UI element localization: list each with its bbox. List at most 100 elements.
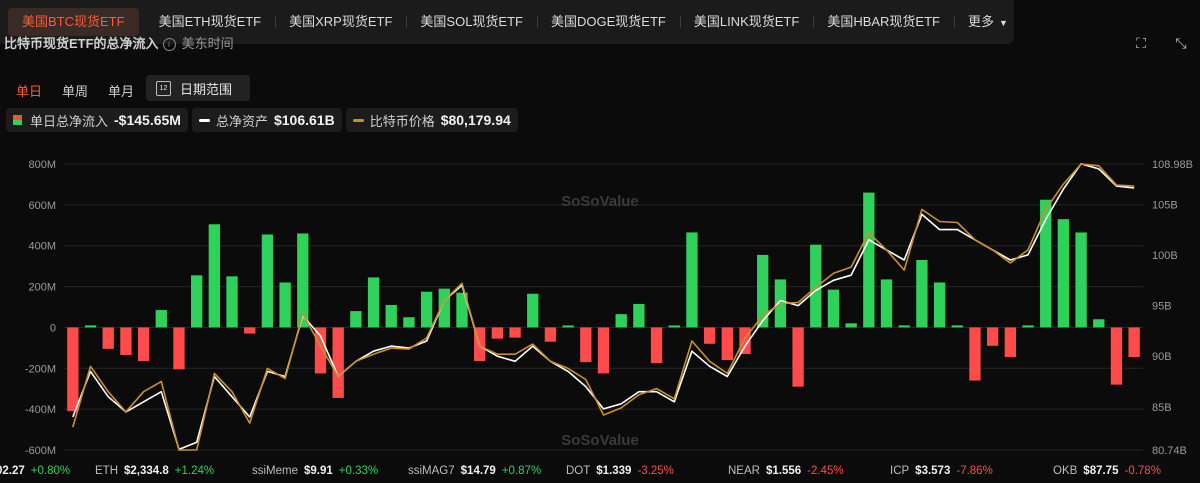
flow-bar [226, 276, 238, 328]
ticker-change: +0.87% [501, 464, 542, 477]
flow-bar [1128, 327, 1140, 358]
flow-bar [580, 327, 592, 363]
legend-daily-flow-value: -$145.65M [114, 112, 181, 128]
period-monthly[interactable]: 单月 [100, 78, 142, 103]
ticker-price: $1.339 [596, 464, 632, 477]
flow-bar [986, 327, 999, 346]
watermark-logo: SoSoValue [561, 432, 639, 449]
flow-bar [261, 234, 274, 328]
price-ticker: 02.27 +0.80% ETH $2,334.8 +1.24% ssiMeme $9.91… [0, 458, 1200, 483]
right-tick-label: 90B [1152, 351, 1172, 363]
ticker-item[interactable]: ssiMAG7 $14.79 +0.87% [408, 465, 541, 477]
flow-bar [933, 282, 946, 328]
tab-sol-etf[interactable]: 美国SOL现货ETF [406, 8, 538, 36]
flow-bar [1022, 325, 1034, 328]
flow-bar [951, 325, 963, 328]
legend-daily-flow-label: 单日总净流入 [30, 113, 109, 129]
chevron-down-icon: ▼ [999, 18, 1008, 28]
ticker-symbol: ssiMAG7 [408, 464, 455, 477]
flow-bar [527, 293, 539, 328]
flow-bar [403, 317, 415, 328]
flow-bar [792, 327, 804, 387]
flow-bar [191, 275, 203, 328]
legend-btc-price[interactable]: 比特币价格 $80,179.94 [345, 108, 518, 132]
left-tick-label: 0 [50, 322, 56, 334]
ticker-symbol: NEAR [728, 464, 760, 477]
legend-total-assets-value: $106.61B [273, 112, 335, 128]
ticker-price: $9.91 [304, 464, 333, 477]
flow-bar [898, 325, 910, 328]
period-daily[interactable]: 单日 [8, 78, 50, 103]
legend-total-assets-label: 总净资产 [215, 113, 268, 129]
ticker-symbol: OKB [1053, 464, 1078, 477]
ticker-price: $2,334.8 [124, 464, 169, 477]
ticker-item[interactable]: NEAR $1.556 -2.45% [728, 465, 844, 477]
right-tick-label: 80.74B [1152, 445, 1187, 457]
flow-bar [810, 244, 822, 328]
flow-bar [863, 192, 875, 328]
tab-link-etf[interactable]: 美国LINK现货ETF [680, 8, 815, 36]
flow-bar [84, 325, 97, 328]
left-tick-label: -400M [25, 404, 56, 416]
tab-eth-etf[interactable]: 美国ETH现货ETF [145, 8, 276, 36]
flow-bar [562, 325, 574, 328]
date-range-button[interactable]: 12 日期范围 [146, 75, 250, 101]
etf-flow-chart[interactable]: 800M 600M 400M 200M 0 -200M -400M -600M 108.98B 1… [0, 150, 1200, 458]
info-icon[interactable]: i [162, 38, 176, 51]
fullscreen-icon[interactable]: ⛶ [1128, 32, 1154, 54]
flow-bar [137, 327, 150, 362]
flow-bar [314, 327, 327, 374]
ticker-item[interactable]: ETH $2,334.8 +1.24% [95, 465, 214, 477]
tab-xrp-etf[interactable]: 美国XRP现货ETF [275, 8, 408, 36]
ticker-price: $1.556 [765, 464, 802, 477]
ticker-price: $3.573 [915, 464, 951, 477]
tab-btc-etf[interactable]: 美国BTC现货ETF [8, 8, 139, 36]
timezone-label: 美东时间 [181, 36, 234, 51]
ticker-item[interactable]: ssiMeme $9.91 +0.33% [252, 465, 378, 477]
tab-more[interactable]: 更多 ▼ [954, 8, 1022, 36]
legend-daily-flow[interactable]: 单日总净流入 -$145.65M [6, 108, 188, 132]
ticker-change: +0.80% [30, 464, 71, 477]
watermark-logo: SoSoValue [561, 193, 639, 210]
flow-bar [173, 327, 185, 370]
chart-title: 比特币现货ETF的总净流入 i 美东时间 [4, 33, 234, 52]
flow-bar [1075, 232, 1087, 328]
flow-bar [1093, 319, 1105, 328]
calendar-icon: 12 [156, 80, 171, 96]
ticker-item[interactable]: DOT $1.339 -3.25% [566, 465, 674, 477]
chart-legend: 单日总净流入 -$145.65M 总净资产 $106.61B 比特币价格 $80… [6, 108, 518, 132]
flow-bar [668, 325, 680, 328]
flow-bar [1110, 327, 1123, 385]
flow-swatch [13, 115, 22, 125]
left-tick-label: 200M [28, 282, 56, 294]
collapse-icon[interactable]: ⤡ [1168, 32, 1194, 54]
flow-bar [845, 323, 857, 328]
flow-bar [120, 327, 132, 356]
legend-total-assets[interactable]: 总净资产 $106.61B [191, 108, 342, 132]
flow-bar [67, 327, 79, 412]
flow-bar [332, 327, 344, 398]
flow-bar [350, 311, 362, 328]
right-tick-label: 85B [1152, 402, 1172, 414]
tab-hbar-etf[interactable]: 美国HBAR现货ETF [813, 8, 955, 36]
ticker-change: -3.25% [637, 464, 674, 477]
flow-bar [969, 327, 981, 381]
flow-bar [633, 303, 645, 328]
ticker-item[interactable]: ICP $3.573 -7.86% [890, 465, 993, 477]
ticker-symbol: ssiMeme [252, 464, 299, 477]
tab-doge-etf[interactable]: 美国DOGE现货ETF [537, 8, 681, 36]
ticker-item[interactable]: 02.27 +0.80% [0, 465, 70, 477]
right-tick-label: 108.98B [1152, 159, 1193, 171]
flow-bar [686, 232, 698, 328]
ticker-price: $14.79 [460, 464, 496, 477]
left-tick-label: 400M [28, 241, 56, 253]
flow-bar [1004, 327, 1016, 358]
ticker-item[interactable]: OKB $87.75 -0.78% [1053, 465, 1161, 477]
flow-bar [615, 314, 627, 328]
left-tick-label: 800M [28, 159, 56, 171]
flow-bar [1057, 219, 1070, 328]
flow-bar [827, 289, 840, 328]
flow-bar [279, 282, 291, 328]
right-tick-label: 100B [1152, 250, 1178, 262]
period-weekly[interactable]: 单周 [54, 78, 96, 103]
